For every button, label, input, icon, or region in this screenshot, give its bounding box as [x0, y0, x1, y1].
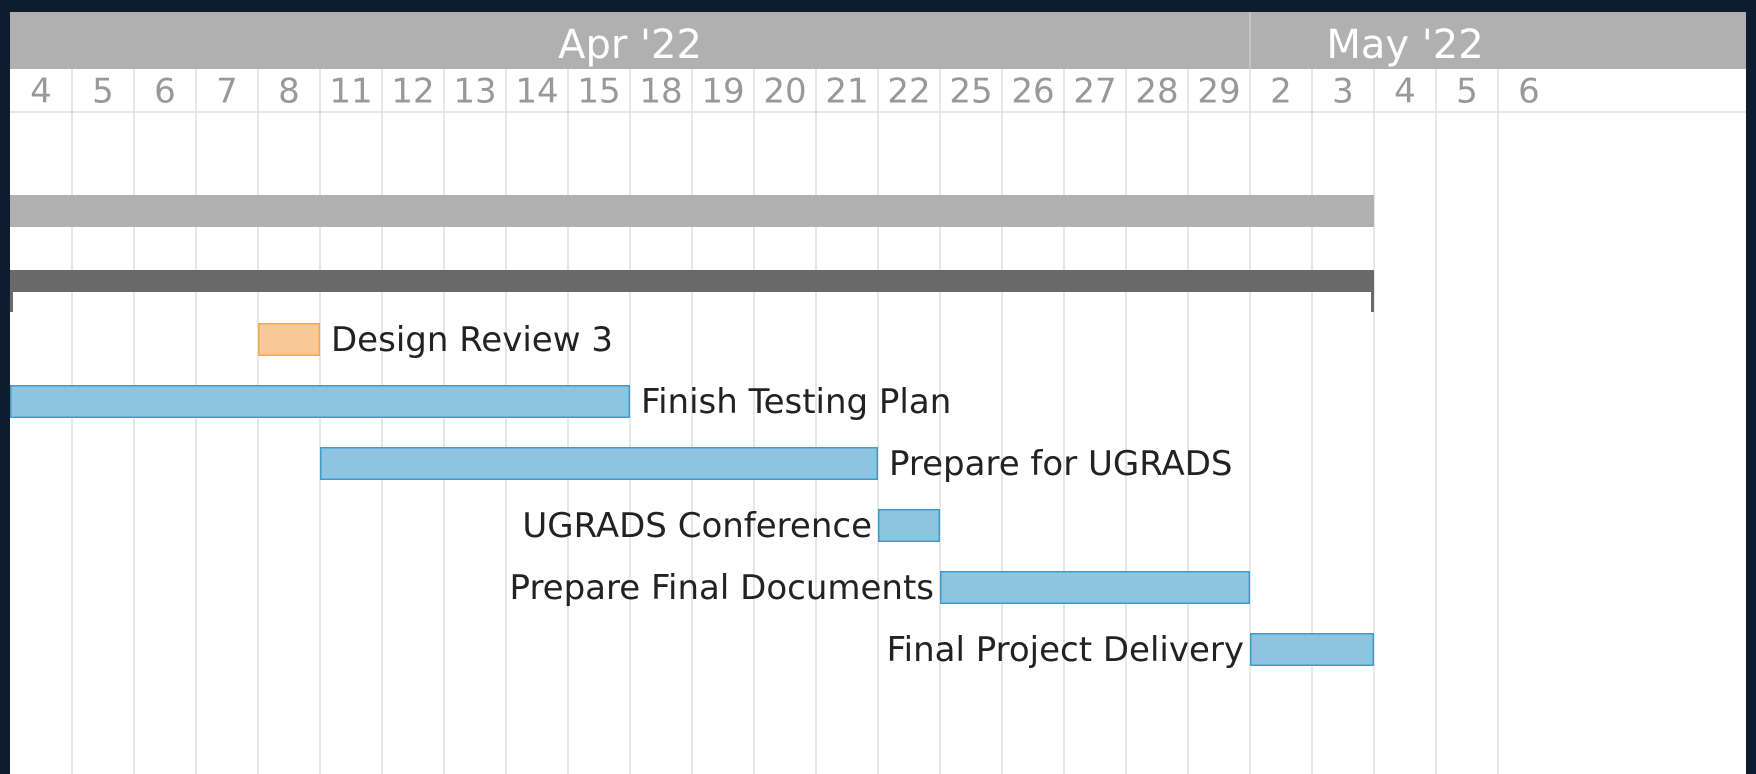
day-label: 8	[278, 72, 300, 112]
phase-summary-bar	[10, 270, 1374, 292]
day-label: 3	[1332, 72, 1354, 112]
day-label: 6	[1518, 72, 1540, 112]
task-bar	[878, 509, 940, 542]
task-label: Finish Testing Plan	[641, 382, 951, 422]
day-label: 15	[577, 72, 620, 112]
day-label: 21	[825, 72, 868, 112]
day-label: 19	[701, 72, 744, 112]
project-summary-bar	[10, 195, 1374, 227]
day-label: 7	[216, 72, 238, 112]
day-label: 20	[763, 72, 806, 112]
day-label: 13	[453, 72, 496, 112]
day-label: 18	[639, 72, 682, 112]
day-label: 28	[1135, 72, 1178, 112]
month-label: May '22	[1326, 22, 1483, 68]
month-label: Apr '22	[558, 22, 702, 68]
task-label: Design Review 3	[331, 320, 613, 360]
gantt-chart: Apr '22 May '22 4 5 6 7 8 11 12 13 14 15 18 19 20 21 22 2…	[10, 12, 1746, 774]
task-label: Prepare for UGRADS	[889, 444, 1233, 484]
day-label: 26	[1011, 72, 1054, 112]
day-label: 4	[30, 72, 52, 112]
milestone-bar	[258, 323, 320, 356]
day-label: 11	[329, 72, 372, 112]
day-label: 25	[949, 72, 992, 112]
day-label: 5	[92, 72, 114, 112]
day-label: 5	[1456, 72, 1478, 112]
day-label: 14	[515, 72, 558, 112]
task-label: Prepare Final Documents	[510, 568, 934, 608]
day-label: 22	[887, 72, 930, 112]
month-band	[10, 12, 1746, 69]
task-label: Final Project Delivery	[887, 630, 1244, 670]
task-bar	[320, 447, 878, 480]
gantt-svg: Apr '22 May '224 5 6 7 8 11 12 13 14 15 18 19 20 21 22 2…	[10, 12, 1746, 774]
day-label: 4	[1394, 72, 1416, 112]
task-bar	[1250, 633, 1374, 666]
task-label: UGRADS Conference	[522, 506, 872, 546]
day-label: 29	[1197, 72, 1240, 112]
day-label: 27	[1073, 72, 1116, 112]
task-bar	[940, 571, 1250, 604]
day-label: 12	[391, 72, 434, 112]
day-label: 6	[154, 72, 176, 112]
task-bar	[10, 385, 630, 418]
day-label: 2	[1270, 72, 1292, 112]
